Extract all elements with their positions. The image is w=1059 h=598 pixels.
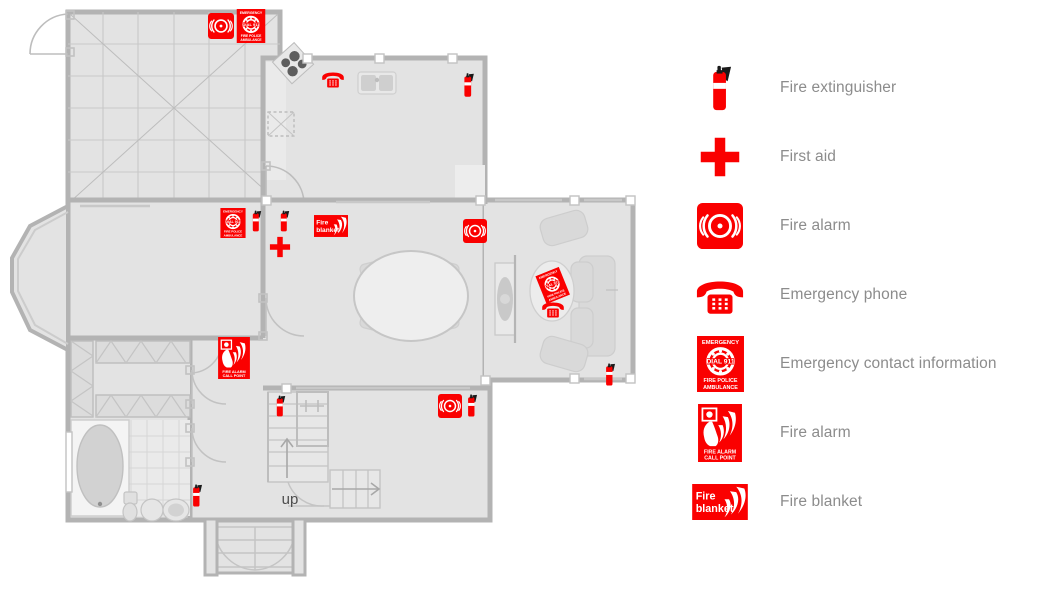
marker-fire-alarm-bell-icon [438, 394, 462, 418]
floor-plan: EMERGENCY DIAL 911 FIRE POLICE AMBULANCE [0, 0, 660, 598]
marker-fire-alarm-bell-icon [208, 13, 234, 39]
fire-alarm-bell-icon [690, 203, 750, 249]
fire-emergency-plan-page: EMERGENCY DIAL 911 FIRE POLICE AMBULANCE [0, 0, 1059, 598]
legend-label: Fire alarm [780, 424, 851, 441]
legend-label: Emergency phone [780, 286, 908, 303]
room-kitchen [260, 42, 488, 209]
legend: Fire extinguisher First aid Fire alarm E… [690, 62, 1050, 545]
room-bathroom [65, 419, 190, 522]
legend-item-fire-blanket: Fire blanket [690, 476, 1050, 528]
tv-cabinet [494, 255, 517, 343]
legend-label: Fire extinguisher [780, 79, 897, 96]
marker-fire-alarm-bell-icon [463, 219, 487, 243]
porch [203, 517, 307, 577]
legend-item-fire-alarm-bell: Fire alarm [690, 200, 1050, 252]
legend-item-fire-extinguisher: Fire extinguisher [690, 62, 1050, 114]
marker-fire-alarm-call-point-icon [218, 337, 250, 379]
fire-alarm-call-point-icon [690, 404, 750, 462]
legend-label: Emergency contact information [780, 355, 997, 372]
fire-blanket-icon [690, 484, 750, 520]
marker-emergency-contact-information-icon [236, 9, 266, 43]
dining-set [353, 250, 469, 342]
legend-label: Fire blanket [780, 493, 863, 510]
marker-emergency-contact-information-icon [220, 208, 246, 238]
legend-item-first-aid: First aid [690, 131, 1050, 183]
stair-up-label: up [282, 491, 299, 508]
legend-item-fire-alarm-call-point: Fire alarm [690, 404, 1050, 462]
first-aid-cross-icon [690, 136, 750, 178]
plan-structure: up [10, 9, 636, 577]
marker-fire-blanket-icon [314, 215, 348, 237]
legend-label: First aid [780, 148, 837, 165]
emergency-contact-information-icon [690, 336, 750, 392]
legend-item-emergency-phone: Emergency phone [690, 269, 1050, 321]
bay-window-alcove [10, 202, 70, 354]
fire-extinguisher-icon [690, 64, 750, 112]
legend-item-emergency-contact-information: Emergency contact information [690, 336, 1050, 392]
emergency-phone-icon [690, 276, 750, 315]
legend-label: Fire alarm [780, 217, 851, 234]
